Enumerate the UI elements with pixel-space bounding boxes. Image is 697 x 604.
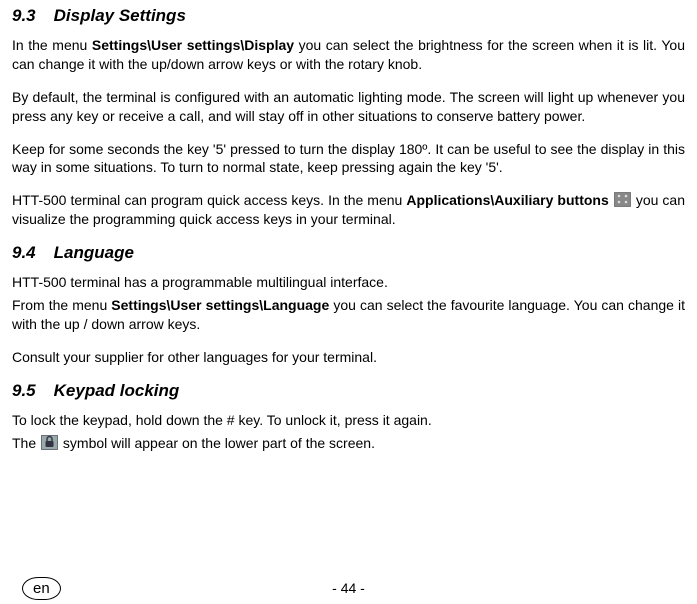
menu-path: Settings\User settings\Display <box>92 37 294 53</box>
paragraph: Consult your supplier for other language… <box>12 348 685 367</box>
section-number: 9.4 <box>12 243 36 262</box>
section-number: 9.3 <box>12 6 36 25</box>
paragraph: HTT-500 terminal has a programmable mult… <box>12 273 685 292</box>
lock-icon <box>41 435 58 450</box>
paragraph: Keep for some seconds the key '5' presse… <box>12 140 685 178</box>
section-heading-keypad: 9.5 Keypad locking <box>12 381 685 401</box>
section-number: 9.5 <box>12 381 36 400</box>
paragraph: To lock the keypad, hold down the # key.… <box>12 411 685 430</box>
text: symbol will appear on the lower part of … <box>63 435 375 451</box>
paragraph: From the menu Settings\User settings\Lan… <box>12 296 685 334</box>
page-footer: - 44 - en <box>0 580 697 596</box>
section-9-3: 9.3 Display Settings In the menu Settings… <box>12 6 685 229</box>
section-title: Language <box>54 243 134 262</box>
text: The <box>12 435 40 451</box>
section-heading-display: 9.3 Display Settings <box>12 6 685 26</box>
section-heading-language: 9.4 Language <box>12 243 685 263</box>
aux-buttons-icon <box>614 192 631 207</box>
text: In the menu <box>12 37 92 53</box>
paragraph: HTT-500 terminal can program quick acces… <box>12 191 685 229</box>
paragraph: The symbol will appear on the lower part… <box>12 434 685 453</box>
text: From the menu <box>12 297 111 313</box>
paragraph: By default, the terminal is configured w… <box>12 88 685 126</box>
page-number: - 44 - <box>0 580 697 596</box>
section-9-5: 9.5 Keypad locking To lock the keypad, ho… <box>12 381 685 453</box>
section-title: Display Settings <box>54 6 186 25</box>
section-title: Keypad locking <box>54 381 180 400</box>
text: HTT-500 terminal can program quick acces… <box>12 192 406 208</box>
menu-path: Settings\User settings\Language <box>111 297 329 313</box>
section-9-4: 9.4 Language HTT-500 terminal has a progr… <box>12 243 685 367</box>
language-badge: en <box>22 577 61 600</box>
menu-path: Applications\Auxiliary buttons <box>406 192 608 208</box>
paragraph: In the menu Settings\User settings\Displ… <box>12 36 685 74</box>
